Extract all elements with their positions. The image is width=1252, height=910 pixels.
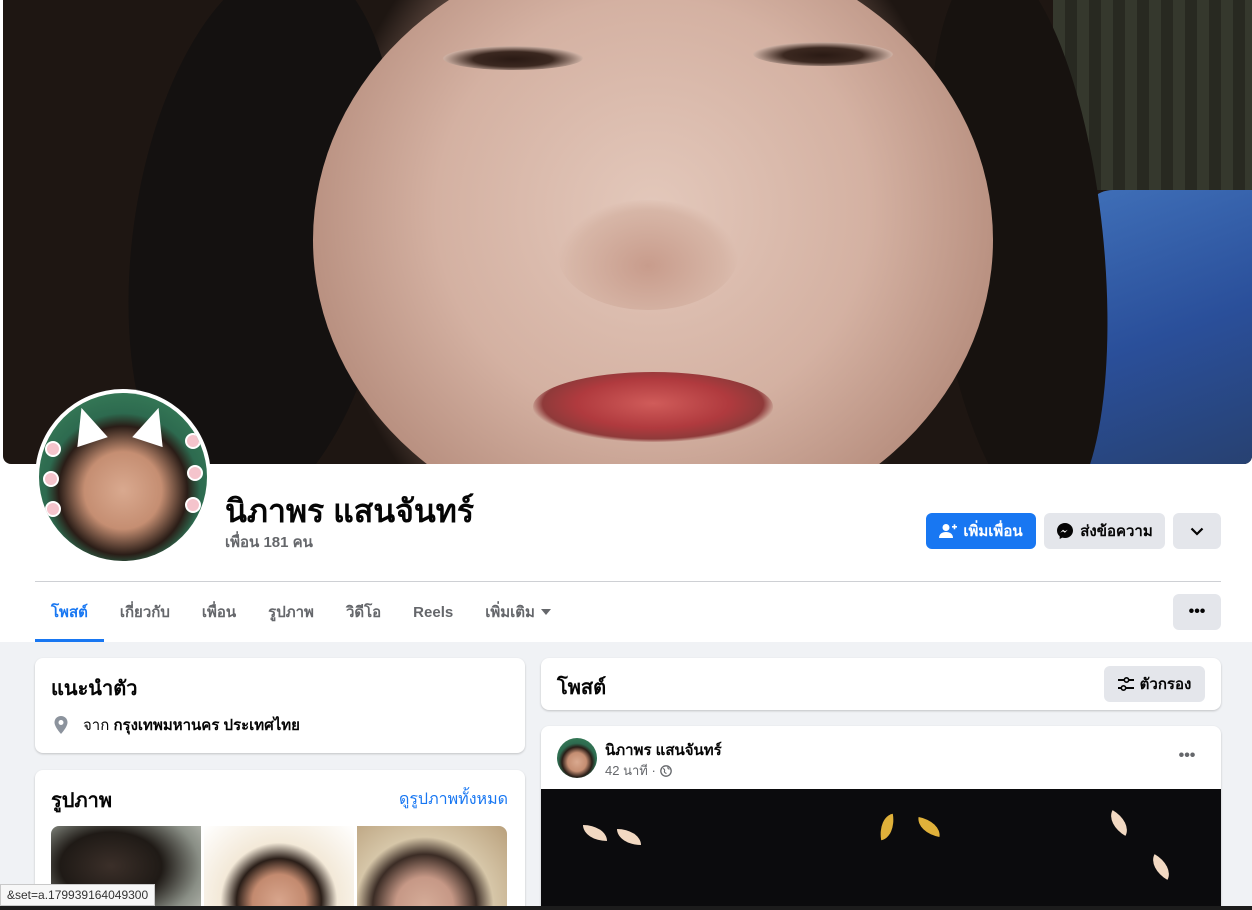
- globe-icon: [659, 764, 672, 777]
- message-label: ส่งข้อความ: [1080, 523, 1153, 540]
- avatar: [39, 393, 207, 561]
- add-person-icon: [939, 524, 958, 538]
- post-timestamp: 42 นาที ·: [605, 760, 672, 781]
- message-button[interactable]: ส่งข้อความ: [1044, 513, 1165, 549]
- tab-about[interactable]: เกี่ยวกับ: [104, 582, 186, 642]
- photo-thumbnail[interactable]: [204, 826, 354, 910]
- friends-count[interactable]: เพื่อน 181 คน: [225, 530, 313, 554]
- tab-posts[interactable]: โพสต์: [35, 582, 104, 642]
- status-bar-url: &set=a.179939164049300: [0, 884, 156, 906]
- tab-videos[interactable]: วิดีโอ: [330, 582, 397, 642]
- profile-picture[interactable]: [35, 389, 211, 565]
- posts-header-card: โพสต์ ตัวกรอง: [541, 658, 1221, 710]
- post-image[interactable]: [541, 789, 1221, 910]
- chevron-down-icon: [1190, 527, 1204, 536]
- post-options-button[interactable]: •••: [1171, 742, 1203, 770]
- cover-photo[interactable]: [3, 0, 1252, 464]
- profile-tabs: โพสต์ เกี่ยวกับ เพื่อน รูปภาพ วิดีโอ Ree…: [35, 582, 567, 642]
- filter-button[interactable]: ตัวกรอง: [1104, 666, 1205, 702]
- photo-thumbnail[interactable]: [357, 826, 507, 910]
- tab-more[interactable]: เพิ่มเติม: [469, 582, 567, 642]
- intro-card: แนะนำตัว จาก กรุงเทพมหานคร ประเทศไทย: [35, 658, 525, 753]
- post-author-name[interactable]: นิภาพร แสนจันทร์: [605, 738, 722, 762]
- hometown-row: จาก กรุงเทพมหานคร ประเทศไทย: [51, 713, 300, 737]
- filter-label: ตัวกรอง: [1139, 676, 1192, 693]
- window-bottom-edge: [0, 906, 1252, 910]
- filter-sliders-icon: [1117, 677, 1134, 691]
- ellipsis-icon: •••: [1178, 747, 1196, 764]
- messenger-icon: [1057, 523, 1074, 539]
- cat-ear-left: [66, 402, 108, 448]
- ellipsis-icon: •••: [1188, 603, 1206, 620]
- hometown-text: จาก กรุงเทพมหานคร ประเทศไทย: [83, 717, 300, 734]
- see-all-photos-link[interactable]: ดูรูปภาพทั้งหมด: [399, 787, 508, 812]
- profile-options-button[interactable]: [1173, 513, 1221, 549]
- more-options-button[interactable]: •••: [1173, 594, 1221, 630]
- tab-reels[interactable]: Reels: [397, 582, 469, 642]
- posts-title: โพสต์: [557, 677, 607, 699]
- tab-photos[interactable]: รูปภาพ: [252, 582, 330, 642]
- add-friend-button[interactable]: เพิ่มเพื่อน: [926, 513, 1036, 549]
- location-pin-icon: [54, 716, 68, 734]
- tab-friends[interactable]: เพื่อน: [186, 582, 252, 642]
- photos-title: รูปภาพ: [51, 790, 113, 812]
- hometown-link[interactable]: กรุงเทพมหานคร ประเทศไทย: [113, 717, 299, 734]
- cat-ear-right: [132, 402, 174, 448]
- post-author-avatar[interactable]: [557, 738, 597, 778]
- add-friend-label: เพิ่มเพื่อน: [963, 523, 1023, 540]
- post-card: นิภาพร แสนจันทร์ 42 นาที · •••: [541, 726, 1221, 910]
- caret-down-icon: [540, 609, 551, 615]
- intro-title: แนะนำตัว: [51, 678, 138, 700]
